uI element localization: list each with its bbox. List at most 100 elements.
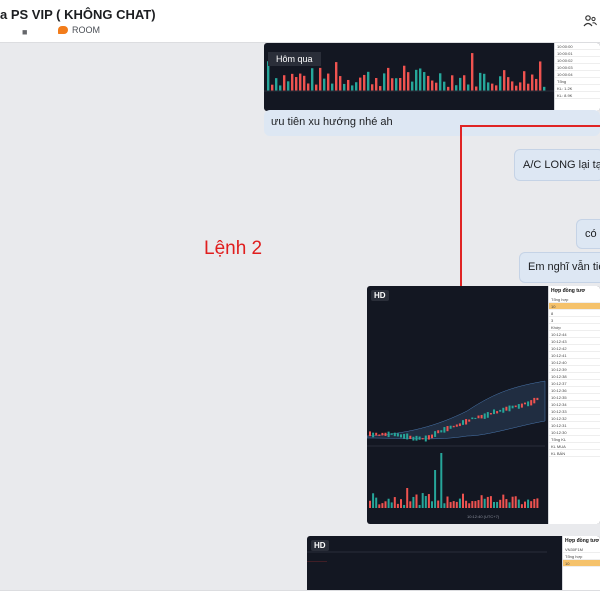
price-candle [477,415,480,419]
volume-bar [419,68,422,91]
volume-bar [383,73,386,91]
volume-bar [475,86,478,91]
volume-bar [381,503,384,508]
price-candle [427,435,430,440]
volume-bar [339,76,342,91]
volume-bar [291,73,294,91]
price-candle [465,419,468,425]
volume-bar [431,80,434,91]
people-icon[interactable] [583,14,597,28]
price-candle [455,424,458,427]
price-candle [372,432,375,438]
price-candle [499,409,502,412]
price-candle [511,405,514,409]
price-candle [520,403,523,408]
price-candle [403,433,406,439]
price-candle [393,432,396,437]
volume-bar [371,84,374,91]
volume-bar [487,82,490,91]
price-candle [446,426,449,432]
volume-bar [403,65,406,91]
volume-bar [499,76,502,91]
price-candle [462,420,464,425]
volume-bar [434,470,437,508]
chart-image-2[interactable]: HD 10:12:40 (UTC+7) Hợp đồng tươ Tổng hợ… [367,286,600,524]
volume-bar [351,85,354,91]
price-candle [480,414,483,419]
price-candle [415,435,418,441]
price-candle [387,431,390,438]
price-candle [493,409,495,415]
volume-bar [311,68,314,91]
price-candle [440,430,443,433]
volume-bar [530,501,533,508]
volume-bar [465,500,468,508]
volume-bar [519,82,522,91]
price-candle [514,405,517,408]
volume-bar [439,73,442,91]
volume-bar [415,494,418,508]
volume-bar [347,79,350,91]
volume-bar [524,501,526,508]
volume-bar [327,73,330,91]
price-candle [533,397,536,404]
volume-bar [523,71,526,91]
volume-bar [319,67,322,91]
price-chart-graphic [367,380,546,508]
price-candle [496,411,499,414]
volume-bar [489,496,492,508]
chat-header: a PS VIP ( KHÔNG CHAT) ■ ROOM [0,0,600,43]
chat-bubble-icon [58,26,68,34]
volume-bar [499,499,502,508]
volume-bar [396,503,399,508]
volume-bar [375,77,378,91]
volume-bar [283,75,286,91]
volume-bar [527,83,530,91]
price-candle [505,406,508,411]
price-candle [458,423,461,427]
price-candle [412,436,415,441]
volume-bar [303,75,306,91]
caption-text: ưu tiên xu hướng nhé ah [271,116,393,128]
volume-bar [435,82,438,91]
volume-bar [343,83,346,91]
volume-bar [387,67,390,91]
volume-bar [491,83,494,91]
volume-bar [399,77,402,91]
price-candle [471,417,474,420]
room-tab[interactable]: ROOM [58,25,100,35]
price-candle [406,433,409,440]
volume-bar [415,69,418,91]
volume-bar [496,501,499,508]
volume-bar [495,85,498,91]
price-candle [369,431,371,437]
volume-bar [458,498,461,508]
volume-bar [411,81,414,91]
volume-bar [447,86,450,91]
price-candle [530,400,533,406]
annotation-label: Lệnh 2 [204,238,263,259]
menu-dot-icon[interactable]: ■ [22,27,27,37]
price-candle [396,433,399,437]
volume-bar [503,70,506,91]
volume-bar [535,78,538,91]
price-candle [390,433,393,435]
volume-bar [467,84,470,91]
volume-bar [474,501,477,508]
price-candle [527,401,530,407]
volume-bar [379,86,382,91]
price-candle [474,417,477,420]
volume-bar [423,72,426,91]
volume-bar [517,499,520,508]
volume-bar [463,75,466,91]
volume-bar [279,85,282,91]
price-candle [384,432,387,436]
order-panel: Hợp đồng tươ Tổng hợp 10 8 3 Khớp 10:12:44… [548,286,600,524]
price-candle [536,397,539,401]
price-candle [452,425,455,428]
volume-bar [455,501,458,508]
volume-bar [462,493,464,508]
volume-bar [437,500,440,508]
volume-bar [543,86,546,91]
volume-bar [400,499,402,508]
